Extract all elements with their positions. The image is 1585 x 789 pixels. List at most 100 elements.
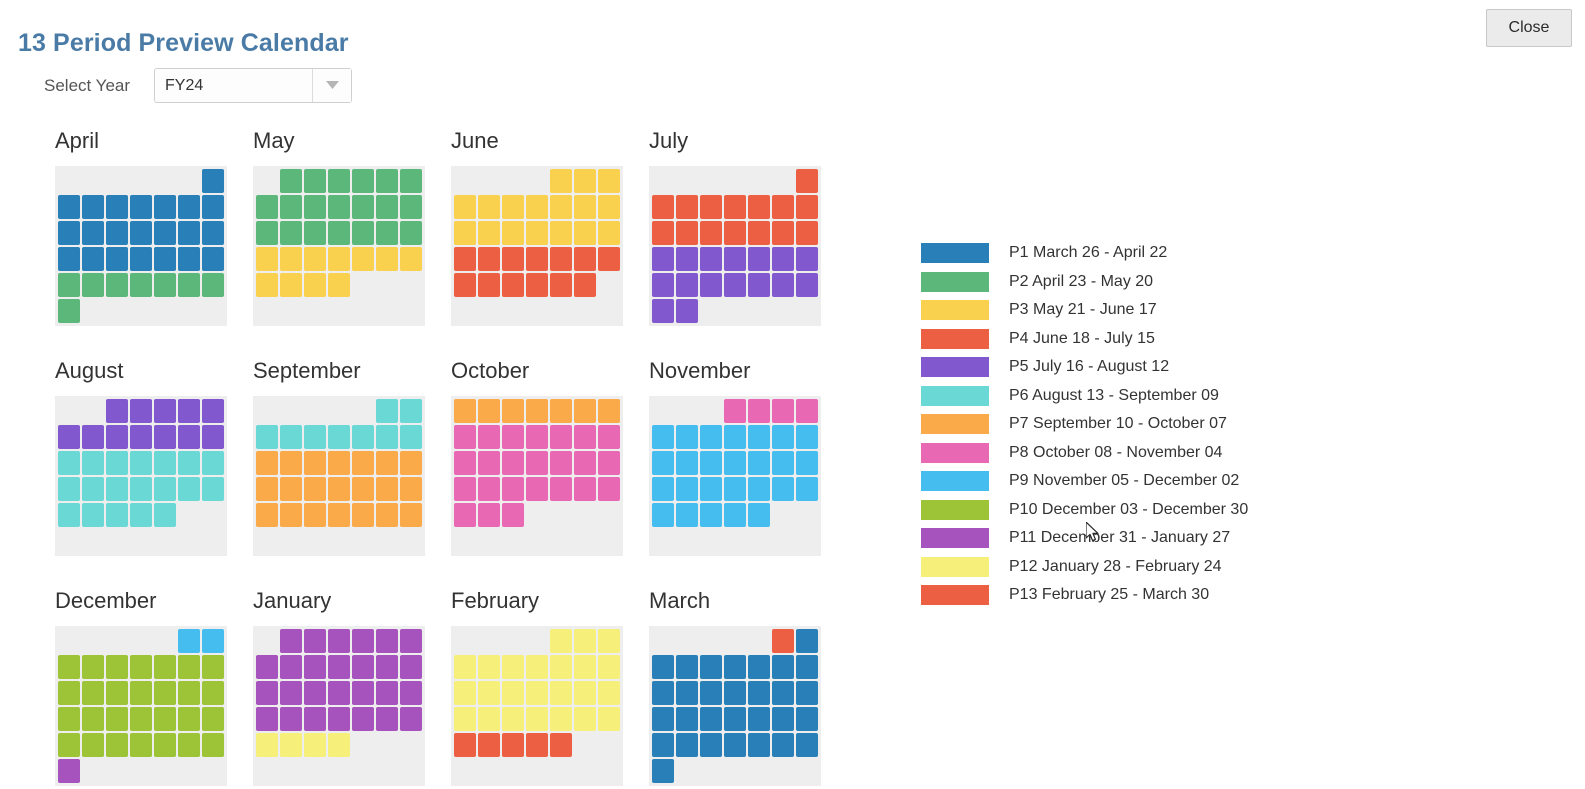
calendar-day-cell[interactable] xyxy=(106,451,128,475)
calendar-day-cell[interactable] xyxy=(58,195,80,219)
calendar-day-cell[interactable] xyxy=(796,681,818,705)
calendar-day-cell[interactable] xyxy=(352,247,374,271)
calendar-day-cell[interactable] xyxy=(256,425,278,449)
calendar-day-cell[interactable] xyxy=(574,707,596,731)
calendar-day-cell[interactable] xyxy=(328,707,350,731)
calendar-day-cell[interactable] xyxy=(328,247,350,271)
calendar-day-cell[interactable] xyxy=(748,655,770,679)
calendar-day-cell[interactable] xyxy=(772,273,794,297)
calendar-day-cell[interactable] xyxy=(376,681,398,705)
calendar-day-cell[interactable] xyxy=(376,655,398,679)
calendar-day-cell[interactable] xyxy=(700,451,722,475)
calendar-day-cell[interactable] xyxy=(280,425,302,449)
calendar-day-cell[interactable] xyxy=(256,681,278,705)
calendar-day-cell[interactable] xyxy=(154,399,176,423)
calendar-day-cell[interactable] xyxy=(178,273,200,297)
calendar-day-cell[interactable] xyxy=(256,477,278,501)
calendar-day-cell[interactable] xyxy=(574,221,596,245)
calendar-day-cell[interactable] xyxy=(154,221,176,245)
calendar-day-cell[interactable] xyxy=(202,681,224,705)
calendar-day-cell[interactable] xyxy=(400,425,422,449)
calendar-day-cell[interactable] xyxy=(676,707,698,731)
calendar-day-cell[interactable] xyxy=(574,425,596,449)
calendar-day-cell[interactable] xyxy=(772,451,794,475)
calendar-day-cell[interactable] xyxy=(526,247,548,271)
calendar-day-cell[interactable] xyxy=(526,399,548,423)
calendar-day-cell[interactable] xyxy=(550,451,572,475)
calendar-day-cell[interactable] xyxy=(58,273,80,297)
calendar-day-cell[interactable] xyxy=(724,399,746,423)
calendar-day-cell[interactable] xyxy=(376,169,398,193)
calendar-day-cell[interactable] xyxy=(700,425,722,449)
calendar-day-cell[interactable] xyxy=(574,629,596,653)
calendar-day-cell[interactable] xyxy=(58,247,80,271)
calendar-day-cell[interactable] xyxy=(256,221,278,245)
calendar-day-cell[interactable] xyxy=(328,169,350,193)
calendar-day-cell[interactable] xyxy=(676,273,698,297)
calendar-day-cell[interactable] xyxy=(82,195,104,219)
calendar-day-cell[interactable] xyxy=(478,221,500,245)
calendar-day-cell[interactable] xyxy=(598,399,620,423)
calendar-day-cell[interactable] xyxy=(676,451,698,475)
calendar-day-cell[interactable] xyxy=(652,425,674,449)
calendar-day-cell[interactable] xyxy=(700,655,722,679)
calendar-day-cell[interactable] xyxy=(154,273,176,297)
calendar-day-cell[interactable] xyxy=(154,733,176,757)
calendar-day-cell[interactable] xyxy=(352,707,374,731)
calendar-day-cell[interactable] xyxy=(598,169,620,193)
calendar-day-cell[interactable] xyxy=(598,195,620,219)
calendar-day-cell[interactable] xyxy=(106,477,128,501)
calendar-day-cell[interactable] xyxy=(772,655,794,679)
calendar-day-cell[interactable] xyxy=(304,503,326,527)
calendar-day-cell[interactable] xyxy=(154,195,176,219)
calendar-day-cell[interactable] xyxy=(700,273,722,297)
calendar-day-cell[interactable] xyxy=(82,273,104,297)
calendar-day-cell[interactable] xyxy=(676,503,698,527)
calendar-day-cell[interactable] xyxy=(328,451,350,475)
calendar-day-cell[interactable] xyxy=(130,221,152,245)
calendar-day-cell[interactable] xyxy=(106,733,128,757)
calendar-day-cell[interactable] xyxy=(454,195,476,219)
calendar-day-cell[interactable] xyxy=(748,399,770,423)
calendar-day-cell[interactable] xyxy=(454,247,476,271)
calendar-day-cell[interactable] xyxy=(796,733,818,757)
calendar-day-cell[interactable] xyxy=(598,707,620,731)
calendar-day-cell[interactable] xyxy=(352,503,374,527)
calendar-day-cell[interactable] xyxy=(106,655,128,679)
calendar-day-cell[interactable] xyxy=(280,247,302,271)
calendar-day-cell[interactable] xyxy=(154,707,176,731)
calendar-day-cell[interactable] xyxy=(202,273,224,297)
calendar-day-cell[interactable] xyxy=(796,655,818,679)
calendar-day-cell[interactable] xyxy=(772,681,794,705)
calendar-day-cell[interactable] xyxy=(178,195,200,219)
calendar-day-cell[interactable] xyxy=(796,195,818,219)
calendar-day-cell[interactable] xyxy=(352,169,374,193)
calendar-day-cell[interactable] xyxy=(526,655,548,679)
calendar-day-cell[interactable] xyxy=(376,503,398,527)
calendar-day-cell[interactable] xyxy=(550,399,572,423)
calendar-day-cell[interactable] xyxy=(352,655,374,679)
calendar-day-cell[interactable] xyxy=(202,169,224,193)
calendar-day-cell[interactable] xyxy=(526,195,548,219)
calendar-day-cell[interactable] xyxy=(796,707,818,731)
calendar-day-cell[interactable] xyxy=(352,195,374,219)
calendar-day-cell[interactable] xyxy=(724,425,746,449)
calendar-day-cell[interactable] xyxy=(328,221,350,245)
calendar-day-cell[interactable] xyxy=(58,759,80,783)
calendar-day-cell[interactable] xyxy=(256,451,278,475)
calendar-day-cell[interactable] xyxy=(130,399,152,423)
calendar-day-cell[interactable] xyxy=(550,247,572,271)
calendar-day-cell[interactable] xyxy=(676,681,698,705)
calendar-day-cell[interactable] xyxy=(352,477,374,501)
calendar-day-cell[interactable] xyxy=(58,655,80,679)
calendar-day-cell[interactable] xyxy=(400,503,422,527)
calendar-day-cell[interactable] xyxy=(352,451,374,475)
calendar-day-cell[interactable] xyxy=(676,299,698,323)
calendar-day-cell[interactable] xyxy=(130,195,152,219)
calendar-day-cell[interactable] xyxy=(652,195,674,219)
calendar-day-cell[interactable] xyxy=(574,451,596,475)
calendar-day-cell[interactable] xyxy=(796,477,818,501)
calendar-day-cell[interactable] xyxy=(478,655,500,679)
calendar-day-cell[interactable] xyxy=(376,451,398,475)
calendar-day-cell[interactable] xyxy=(280,707,302,731)
